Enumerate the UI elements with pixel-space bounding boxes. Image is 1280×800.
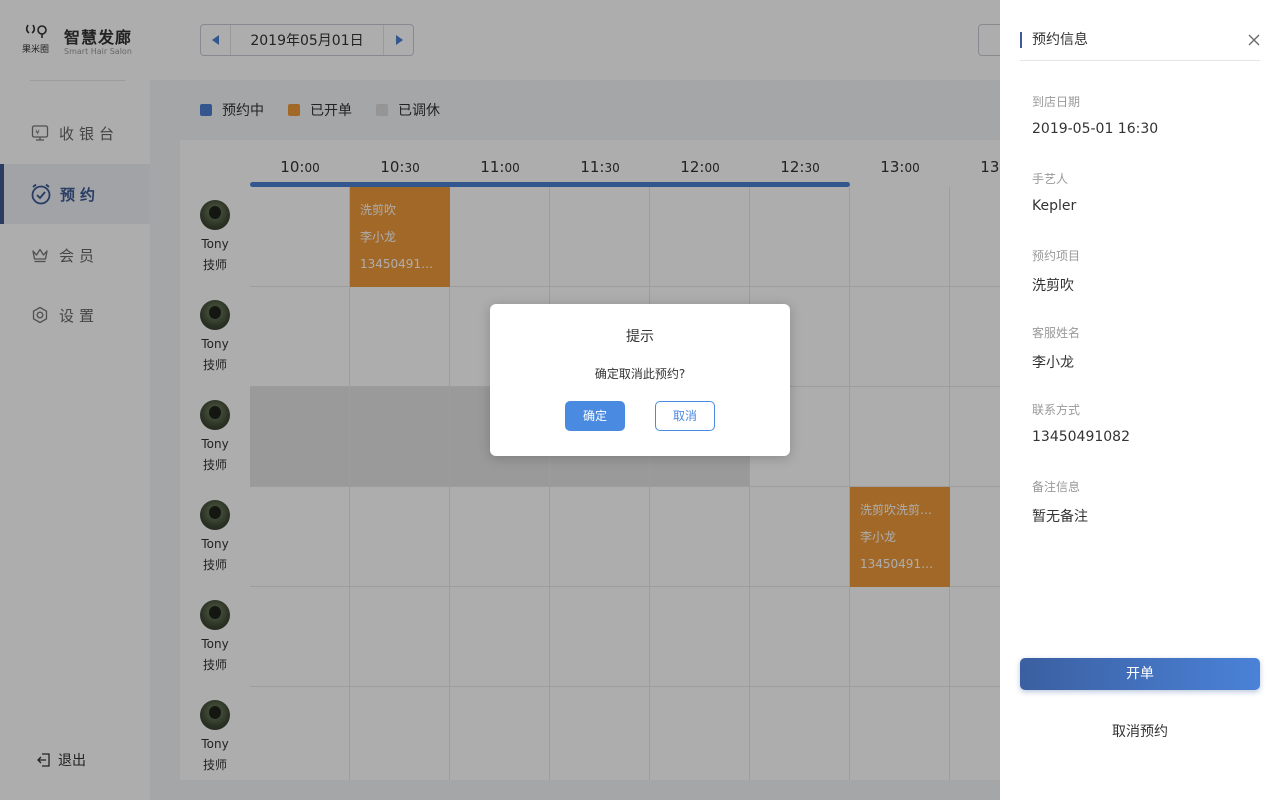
confirm-button[interactable]: 确定 [565,401,625,431]
close-icon[interactable] [1247,32,1263,48]
field-label: 预约项目 [1032,249,1081,263]
panel-title: 预约信息 [1020,32,1088,48]
field-value: 李小龙 [1032,355,1074,371]
cancel-booking-link[interactable]: 取消预约 [1020,721,1260,741]
field-label: 备注信息 [1032,480,1081,494]
dialog-message: 确定取消此预约? [594,367,686,381]
field-value: Kepler [1032,198,1077,214]
dialog-title: 提示 [626,329,654,345]
field-label: 手艺人 [1032,172,1069,186]
field-label: 联系方式 [1032,403,1081,417]
booking-detail-panel: 预约信息 到店日期 2019-05-01 16:30 手艺人 Kepler 预约… [1000,0,1280,800]
panel-divider [1020,60,1260,61]
open-order-button[interactable]: 开单 [1020,658,1260,690]
field-value: 2019-05-01 16:30 [1032,121,1159,137]
field-label: 到店日期 [1032,95,1081,109]
confirm-dialog: 提示 确定取消此预约? 确定 取消 [490,304,790,456]
cancel-button[interactable]: 取消 [655,401,715,431]
field-value: 洗剪吹 [1032,278,1074,294]
field-value: 13450491082 [1032,429,1130,445]
field-label: 客服姓名 [1032,326,1081,340]
field-value: 暂无备注 [1032,509,1088,525]
